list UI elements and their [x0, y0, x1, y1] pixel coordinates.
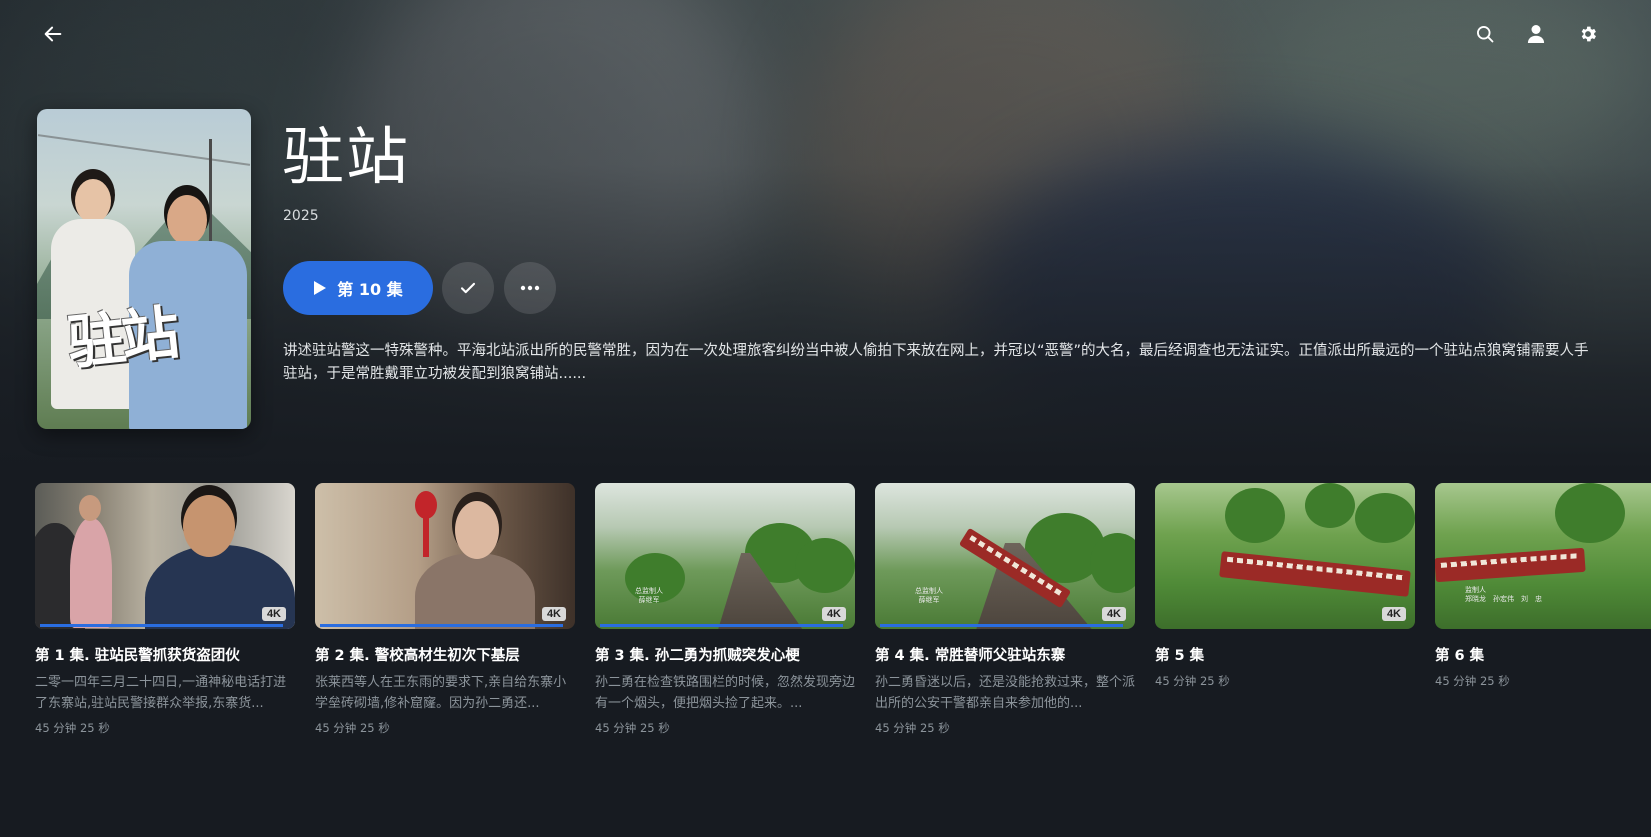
episode-title[interactable]: 第 4 集. 常胜替师父驻站东寨: [875, 644, 1135, 665]
quality-badge: 4K: [1381, 607, 1406, 621]
episode-thumbnail[interactable]: 4K: [35, 483, 295, 629]
watch-progress: [320, 624, 563, 627]
watch-progress: [880, 624, 1123, 627]
episode-card[interactable]: 4K 第 1 集. 驻站民警抓获货盗团伙 二零一四年三月二十四日,一通神秘电话打…: [35, 483, 295, 736]
arrow-left-icon: [44, 26, 62, 42]
watch-progress-fill: [40, 624, 283, 627]
opening-credit-name: 薛继军: [638, 596, 660, 604]
episode-thumbnail[interactable]: 监制人 郑晓龙 孙宏伟 刘 忠: [1435, 483, 1651, 629]
more-options-button[interactable]: [504, 262, 556, 314]
play-icon: [314, 281, 327, 295]
search-button[interactable]: [1469, 18, 1501, 50]
episode-card[interactable]: 4K 第 2 集. 警校高材生初次下基层 张莱西等人在王东雨的要求下,亲自给东寨…: [315, 483, 575, 736]
episode-thumbnail[interactable]: 总监制人 薛继军 4K: [875, 483, 1135, 629]
opening-credit-role: 总监制人: [635, 587, 663, 595]
quality-badge: 4K: [261, 607, 286, 621]
settings-button[interactable]: [1572, 18, 1604, 50]
episode-card[interactable]: 总监制人 薛继军 4K 第 4 集. 常胜替师父驻站东寨 孙二勇昏迷以后，还是没能…: [875, 483, 1135, 736]
episode-description: 孙二勇在检查铁路围栏的时候，忽然发现旁边有一个烟头，便把烟头捡了起来。...: [595, 675, 855, 711]
play-button[interactable]: 第 10 集: [283, 261, 433, 315]
back-button[interactable]: [37, 18, 69, 50]
episode-thumbnail[interactable]: 4K: [315, 483, 575, 629]
episode-duration: 45 分钟 25 秒: [315, 721, 390, 735]
episode-thumbnail[interactable]: 总监制人 薛继军 4K: [595, 483, 855, 629]
opening-credit-role: 总监制人: [915, 587, 943, 595]
mark-watched-button[interactable]: [442, 262, 494, 314]
episode-duration: 45 分钟 25 秒: [1155, 674, 1230, 688]
episode-description: 张莱西等人在王东雨的要求下,亲自给东寨小学垒砖砌墙,修补窟窿。因为孙二勇还...: [315, 675, 567, 711]
search-icon: [1477, 26, 1494, 43]
episode-description: 二零一四年三月二十四日,一通神秘电话打进 了东寨站,驻站民警接群众举报,东寨货.…: [35, 675, 287, 711]
episode-card[interactable]: 4K 第 5 集 45 分钟 25 秒: [1155, 483, 1415, 689]
opening-credit-name: 薛继军: [918, 596, 940, 604]
watch-progress-fill: [320, 624, 563, 627]
opening-credit-role: 监制人: [1465, 586, 1486, 594]
gear-icon: [1581, 26, 1596, 42]
page-title: 驻站: [282, 120, 411, 193]
check-icon: [460, 282, 476, 294]
watch-progress-fill: [880, 624, 1123, 627]
user-icon: [1527, 25, 1545, 43]
quality-badge: 4K: [541, 607, 566, 621]
watch-progress: [600, 624, 843, 627]
episode-card[interactable]: 总监制人 薛继军 4K 第 3 集. 孙二勇为抓贼突发心梗 孙二勇在检查铁路围栏的…: [595, 483, 855, 736]
quality-badge: 4K: [1101, 607, 1126, 621]
episode-description: 孙二勇昏迷以后，还是没能抢救过来，整个派出所的公安干警都亲自来参加他的...: [875, 675, 1135, 711]
episode-title[interactable]: 第 3 集. 孙二勇为抓贼突发心梗: [595, 644, 855, 665]
more-horizontal-icon: [520, 285, 540, 291]
episode-duration: 45 分钟 25 秒: [1435, 674, 1510, 688]
poster-title-calligraphy: 驻站: [64, 298, 179, 378]
episode-thumbnail[interactable]: 4K: [1155, 483, 1415, 629]
series-poster: 驻站: [37, 109, 251, 429]
user-button[interactable]: [1520, 18, 1552, 50]
series-overview: 讲述驻站警这一特殊警种。平海北站派出所的民警常胜，因为在一次处理旅客纠纷当中被人…: [283, 343, 1589, 382]
episode-title[interactable]: 第 2 集. 警校高材生初次下基层: [315, 644, 575, 665]
watch-progress: [40, 624, 283, 627]
episode-duration: 45 分钟 25 秒: [35, 721, 110, 735]
opening-credit-name: 郑晓龙 孙宏伟 刘 忠: [1465, 595, 1542, 603]
watch-progress-fill: [600, 624, 843, 627]
episode-title[interactable]: 第 1 集. 驻站民警抓获货盗团伙: [35, 644, 295, 665]
episode-duration: 45 分钟 25 秒: [595, 721, 670, 735]
play-button-label: 第 10 集: [337, 280, 403, 299]
quality-badge: 4K: [821, 607, 846, 621]
episode-card[interactable]: 监制人 郑晓龙 孙宏伟 刘 忠 第 6 集 45 分钟 25 秒: [1435, 483, 1651, 689]
episode-duration: 45 分钟 25 秒: [875, 721, 950, 735]
episode-title[interactable]: 第 5 集: [1155, 644, 1415, 665]
release-year: 2025: [283, 208, 319, 224]
episode-title[interactable]: 第 6 集: [1435, 644, 1651, 665]
